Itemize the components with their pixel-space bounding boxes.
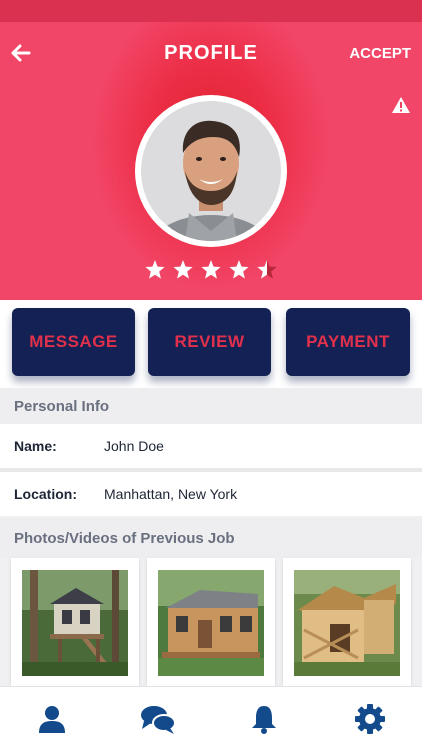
location-row: Location: Manhattan, New York bbox=[0, 472, 422, 516]
action-bar: MESSAGE REVIEW PAYMENT bbox=[0, 300, 422, 388]
star-icon bbox=[229, 260, 249, 279]
tiny-house-photo[interactable] bbox=[147, 558, 275, 686]
star-icon bbox=[201, 260, 221, 279]
tab-bar bbox=[0, 686, 422, 750]
star-icon bbox=[173, 260, 193, 279]
status-bar bbox=[0, 0, 422, 22]
bell-icon[interactable] bbox=[248, 703, 280, 735]
gallery-header: Photos/Videos of Previous Job bbox=[0, 518, 422, 558]
avatar bbox=[135, 95, 287, 247]
star-icon bbox=[257, 260, 277, 279]
accept-button[interactable]: ACCEPT bbox=[349, 45, 411, 62]
treehouse-photo[interactable] bbox=[11, 558, 139, 686]
chat-icon[interactable] bbox=[140, 703, 176, 735]
review-button[interactable]: REVIEW bbox=[148, 308, 271, 376]
location-label: Location: bbox=[14, 486, 77, 502]
warning-icon[interactable] bbox=[391, 96, 411, 114]
profile-icon[interactable] bbox=[36, 703, 68, 735]
location-value: Manhattan, New York bbox=[104, 486, 238, 502]
message-button[interactable]: MESSAGE bbox=[12, 308, 135, 376]
photo-gallery bbox=[0, 558, 422, 686]
dog-house-photo[interactable] bbox=[283, 558, 411, 686]
profile-header: PROFILE ACCEPT bbox=[0, 22, 422, 300]
name-value: John Doe bbox=[104, 438, 164, 454]
name-label: Name: bbox=[14, 438, 57, 454]
rating-stars bbox=[0, 259, 422, 281]
personal-info-header: Personal Info bbox=[0, 388, 422, 424]
name-row: Name: John Doe bbox=[0, 424, 422, 468]
gear-icon[interactable] bbox=[354, 703, 386, 735]
payment-button[interactable]: PAYMENT bbox=[286, 308, 410, 376]
star-icon bbox=[145, 260, 165, 279]
